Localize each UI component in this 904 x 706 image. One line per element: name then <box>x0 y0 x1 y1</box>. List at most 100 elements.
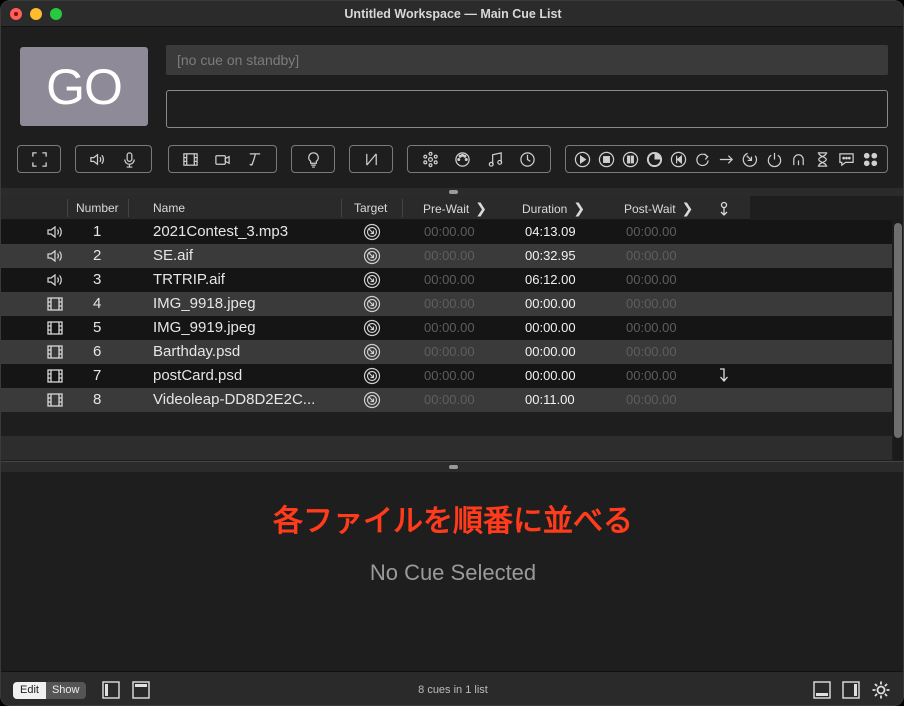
network-icon[interactable] <box>421 150 439 168</box>
cue-prewait[interactable]: 00:00.00 <box>424 388 475 412</box>
cue-postwait[interactable]: 00:00.00 <box>626 364 677 388</box>
start-icon[interactable] <box>573 150 591 168</box>
cue-prewait[interactable]: 00:00.00 <box>424 268 475 292</box>
midi-icon[interactable] <box>454 150 472 168</box>
table-row[interactable]: 4 IMG_9918.jpeg 00:00.00 00:00.00 00:00.00 <box>1 292 892 316</box>
cue-number[interactable]: 1 <box>93 220 101 244</box>
top-split-handle[interactable] <box>1 188 903 196</box>
auto-continue-icon[interactable] <box>717 367 735 385</box>
cue-prewait[interactable]: 00:00.00 <box>424 316 475 340</box>
cue-name[interactable]: postCard.psd <box>153 364 242 388</box>
cue-duration[interactable]: 00:32.95 <box>525 244 576 268</box>
memo-icon[interactable] <box>838 150 856 168</box>
devamp-icon[interactable] <box>790 150 808 168</box>
table-row[interactable]: 3 TRTRIP.aif 00:00.00 06:12.00 00:00.00 <box>1 268 892 292</box>
cue-duration[interactable]: 00:00.00 <box>525 292 576 316</box>
fullscreen-icon[interactable] <box>30 150 48 168</box>
video-icon[interactable] <box>182 150 200 168</box>
table-row[interactable]: 6 Barthday.psd 00:00.00 00:00.00 00:00.00 <box>1 340 892 364</box>
cue-name[interactable]: Barthday.psd <box>153 340 240 364</box>
cue-number[interactable]: 7 <box>93 364 101 388</box>
toggle-inspector-icon[interactable] <box>812 680 832 700</box>
cue-number[interactable]: 5 <box>93 316 101 340</box>
cue-prewait[interactable]: 00:00.00 <box>424 244 475 268</box>
audio-icon[interactable] <box>89 150 107 168</box>
cue-name[interactable]: TRTRIP.aif <box>153 268 225 292</box>
continue-column-icon[interactable] <box>717 201 731 217</box>
column-prewait[interactable]: Pre-Wait ❯ <box>423 196 487 220</box>
table-row[interactable]: 2 SE.aif 00:00.00 00:32.95 00:00.00 <box>1 244 892 268</box>
cue-prewait[interactable]: 00:00.00 <box>424 364 475 388</box>
cue-duration[interactable]: 00:11.00 <box>525 388 575 412</box>
target-icon[interactable] <box>363 247 381 265</box>
empty-row[interactable] <box>1 436 892 460</box>
cue-duration[interactable]: 06:12.00 <box>525 268 576 292</box>
mic-icon[interactable] <box>120 150 138 168</box>
cue-name[interactable]: Videoleap-DD8D2E2C... <box>153 388 315 412</box>
annotation-text: 各ファイルを順番に並べる <box>273 504 633 539</box>
cue-duration[interactable]: 00:00.00 <box>525 340 576 364</box>
cue-number[interactable]: 3 <box>93 268 101 292</box>
cue-number[interactable]: 8 <box>93 388 101 412</box>
gear-icon[interactable] <box>871 680 891 700</box>
cue-postwait[interactable]: 00:00.00 <box>626 268 677 292</box>
go-button[interactable]: GO <box>20 47 148 126</box>
table-row[interactable]: 7 postCard.psd 00:00.00 00:00.00 00:00.00 <box>1 364 892 388</box>
table-row[interactable]: 5 IMG_9919.jpeg 00:00.00 00:00.00 00:00.00 <box>1 316 892 340</box>
cue-name[interactable]: IMG_9919.jpeg <box>153 316 256 340</box>
cue-duration[interactable]: 00:00.00 <box>525 316 576 340</box>
cue-postwait[interactable]: 00:00.00 <box>626 388 677 412</box>
disarm-icon[interactable] <box>766 150 784 168</box>
timecode-icon[interactable] <box>519 150 537 168</box>
cue-prewait[interactable]: 00:00.00 <box>424 220 475 244</box>
camera-icon[interactable] <box>213 150 231 168</box>
column-name[interactable]: Name <box>153 196 185 220</box>
inspector-split-handle[interactable] <box>1 461 903 472</box>
cue-postwait[interactable]: 00:00.00 <box>626 340 677 364</box>
table-row[interactable]: 8 Videoleap-DD8D2E2C... 00:00.00 00:11.00 00… <box>1 388 892 412</box>
target-icon[interactable] <box>363 319 381 337</box>
target-icon[interactable] <box>363 343 381 361</box>
pause-icon[interactable] <box>621 150 639 168</box>
target-icon[interactable] <box>363 295 381 313</box>
text-icon[interactable] <box>245 150 263 168</box>
toggle-sidebar-right-icon[interactable] <box>841 680 861 700</box>
column-number[interactable]: Number <box>76 196 119 220</box>
column-target[interactable]: Target <box>354 196 387 220</box>
cue-notes-field[interactable] <box>166 90 888 128</box>
workspace-window: Untitled Workspace — Main Cue List GO [n… <box>0 0 904 706</box>
cue-postwait[interactable]: 00:00.00 <box>626 244 677 268</box>
column-duration[interactable]: Duration ❯ <box>522 196 585 220</box>
stop-icon[interactable] <box>597 150 615 168</box>
cue-name[interactable]: 2021Contest_3.mp3 <box>153 220 288 244</box>
arm-icon[interactable] <box>741 150 759 168</box>
cue-number[interactable]: 6 <box>93 340 101 364</box>
reset-icon[interactable] <box>669 150 687 168</box>
target-icon[interactable] <box>363 367 381 385</box>
music-icon[interactable] <box>486 150 504 168</box>
table-row[interactable]: 1 2021Contest_3.mp3 00:00.00 04:13.09 00:00.… <box>1 220 892 244</box>
script-icon[interactable] <box>862 150 880 168</box>
cue-postwait[interactable]: 00:00.00 <box>626 316 677 340</box>
load-icon[interactable] <box>645 150 663 168</box>
target-icon[interactable] <box>363 271 381 289</box>
fade-icon[interactable] <box>362 150 380 168</box>
cue-number[interactable]: 2 <box>93 244 101 268</box>
target-icon[interactable] <box>363 391 381 409</box>
target-icon[interactable] <box>363 223 381 241</box>
cue-prewait[interactable]: 00:00.00 <box>424 340 475 364</box>
column-postwait[interactable]: Post-Wait ❯ <box>624 196 693 220</box>
cue-name[interactable]: SE.aif <box>153 244 193 268</box>
target-icon[interactable] <box>717 150 735 168</box>
goto-icon[interactable] <box>693 150 711 168</box>
cue-name[interactable]: IMG_9918.jpeg <box>153 292 256 316</box>
cue-duration[interactable]: 04:13.09 <box>525 220 576 244</box>
scrollbar-thumb[interactable] <box>894 223 902 438</box>
wait-icon[interactable] <box>814 150 832 168</box>
cue-duration[interactable]: 00:00.00 <box>525 364 576 388</box>
light-icon[interactable] <box>304 150 322 168</box>
cue-number[interactable]: 4 <box>93 292 101 316</box>
cue-postwait[interactable]: 00:00.00 <box>626 220 677 244</box>
cue-prewait[interactable]: 00:00.00 <box>424 292 475 316</box>
cue-postwait[interactable]: 00:00.00 <box>626 292 677 316</box>
